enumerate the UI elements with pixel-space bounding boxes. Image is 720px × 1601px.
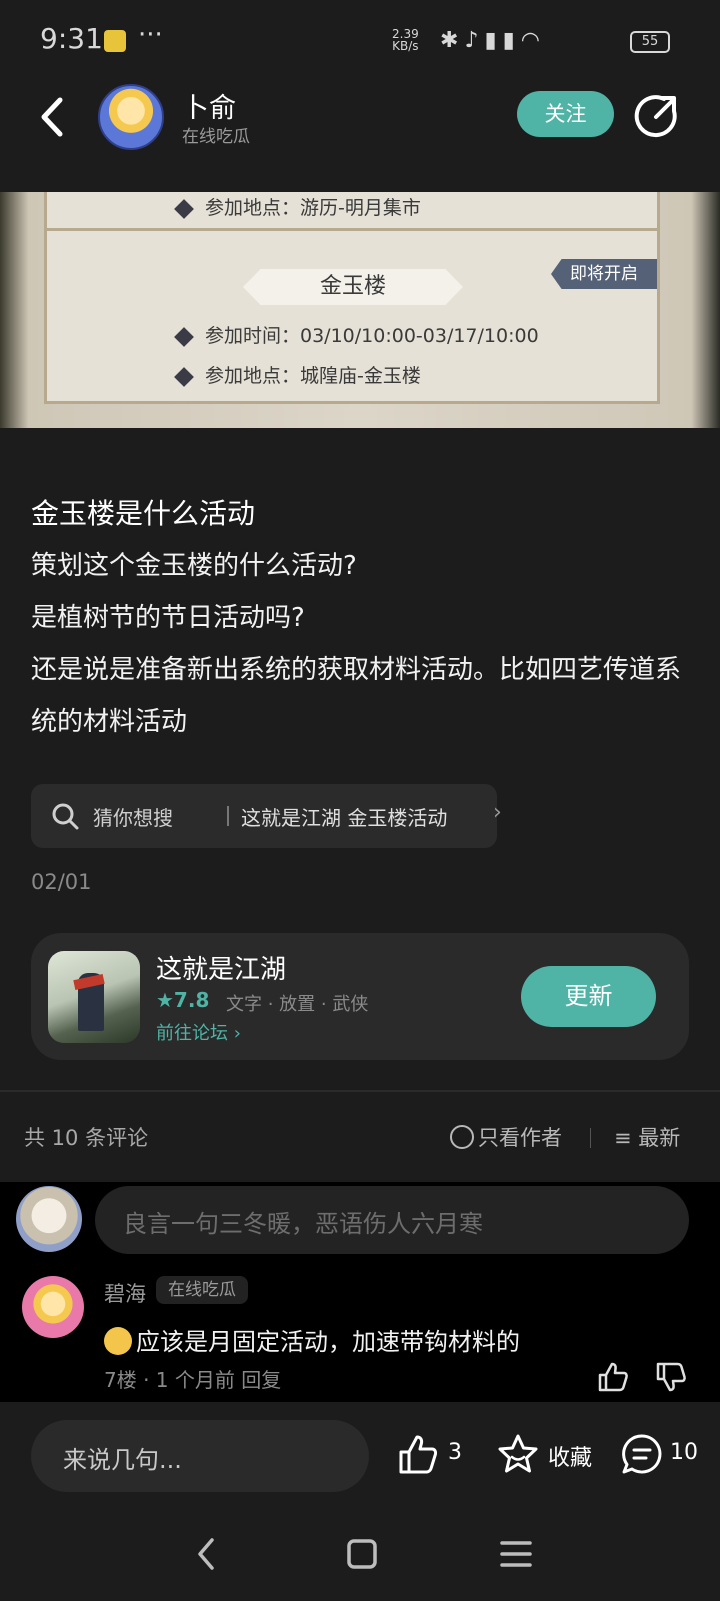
game-tags: 文字 · 放置 · 武侠 xyxy=(226,994,369,1015)
reply-input-placeholder: 来说几句... xyxy=(63,1446,182,1474)
network-speed: 2.39 KB/s xyxy=(392,28,419,52)
follow-button[interactable]: 关注 xyxy=(517,91,614,137)
divider xyxy=(0,1090,720,1092)
image-row-place-top: 参加地点：游历-明月集市 xyxy=(174,193,421,220)
game-name: 这就是江湖 xyxy=(156,955,287,985)
image-row-time: 参加时间：03/10/10:00-03/17/10:00 xyxy=(174,321,539,348)
signal-icon: ▮▮ xyxy=(484,28,521,53)
commenter-badge: 在线吃瓜 xyxy=(156,1276,248,1304)
commenter-name[interactable]: 碧海 xyxy=(104,1278,146,1308)
favorite-star-icon[interactable] xyxy=(496,1432,540,1476)
status-bar: 9:31 ··· 2.39 KB/s ✱♪▮▮◠ 55 xyxy=(0,0,720,80)
like-icon[interactable] xyxy=(396,1432,440,1476)
crying-emoji-icon xyxy=(104,1327,132,1355)
post-image[interactable]: 参加地点：游历-明月集市 金玉楼 即将开启 参加时间：03/10/10:00-0… xyxy=(0,192,720,428)
my-avatar xyxy=(16,1186,82,1252)
author-subtitle: 在线吃瓜 xyxy=(182,127,250,147)
author-avatar[interactable] xyxy=(98,84,164,150)
forum-link[interactable]: 前往论坛 › xyxy=(156,1019,241,1045)
game-icon xyxy=(48,951,140,1043)
wifi-icon: ◠ xyxy=(520,28,546,53)
favorite-label[interactable]: 收藏 xyxy=(548,1440,592,1472)
thumbs-down-icon[interactable] xyxy=(654,1360,688,1394)
search-suggestion[interactable]: 猜你想搜 这就是江湖 金玉楼活动 › xyxy=(31,784,502,848)
image-ribbon: 即将开启 xyxy=(551,259,657,289)
status-icons: ✱♪▮▮◠ xyxy=(440,28,546,53)
comment-count-bottom: 10 xyxy=(670,1440,698,1465)
post-line: 还是说是准备新出系统的获取材料活动。比如四艺传道系统的材料活动 xyxy=(31,655,682,737)
image-card-title: 金玉楼 xyxy=(243,269,463,305)
app-notification-icon xyxy=(104,30,126,52)
post-date: 02/01 xyxy=(31,870,92,894)
sort-icon: ≡ xyxy=(614,1126,632,1150)
post-line: 是植树节的节日活动吗? xyxy=(31,603,305,633)
sort-newest[interactable]: ≡ 最新 xyxy=(614,1122,680,1152)
post-line: 策划这个金玉楼的什么活动? xyxy=(31,551,357,581)
game-score: ★7.8 xyxy=(156,988,210,1012)
radio-icon xyxy=(450,1125,474,1149)
speed-unit: KB/s xyxy=(392,39,419,53)
reply-input[interactable]: 来说几句... xyxy=(31,1420,369,1492)
share-icon[interactable] xyxy=(634,93,680,139)
thumbs-up-icon[interactable] xyxy=(596,1360,630,1394)
post-title: 金玉楼是什么活动 xyxy=(31,497,256,530)
chevron-right-icon: › xyxy=(493,800,502,825)
more-notifications-icon: ··· xyxy=(138,20,163,50)
back-arrow-icon[interactable] xyxy=(34,92,74,142)
only-author-toggle[interactable]: 只看作者 xyxy=(450,1122,562,1152)
comment-count: 共 10 条评论 xyxy=(24,1126,149,1150)
suggestion-label: 猜你想搜 xyxy=(93,806,173,830)
commenter-avatar[interactable] xyxy=(22,1276,84,1338)
game-card[interactable]: 这就是江湖 ★7.8 文字 · 放置 · 武侠 前往论坛 › 更新 xyxy=(31,933,689,1060)
mute-icon: ♪ xyxy=(464,28,485,53)
bluetooth-icon: ✱ xyxy=(440,28,465,53)
comment-text: 应该是月固定活动，加速带钩材料的 xyxy=(104,1322,520,1357)
nav-menu-icon[interactable] xyxy=(498,1538,534,1570)
comment-meta[interactable]: 7楼 · 1 个月前 回复 xyxy=(104,1364,281,1393)
search-icon xyxy=(52,803,79,830)
author-name[interactable]: 卜俞 xyxy=(182,86,236,125)
like-count: 3 xyxy=(448,1440,462,1465)
comment-input[interactable]: 良言一句三冬暖，恶语伤人六月寒 xyxy=(95,1186,689,1254)
comment-input-placeholder: 良言一句三冬暖，恶语伤人六月寒 xyxy=(123,1210,483,1238)
nav-home-icon[interactable] xyxy=(344,1536,380,1572)
image-card-jinyulou: 金玉楼 即将开启 参加时间：03/10/10:00-03/17/10:00 参加… xyxy=(44,228,660,404)
update-button[interactable]: 更新 xyxy=(521,966,656,1027)
status-time: 9:31 xyxy=(40,22,103,55)
comment-icon[interactable] xyxy=(620,1432,664,1476)
image-row-place: 参加地点：城隍庙-金玉楼 xyxy=(174,361,421,388)
nav-back-icon[interactable] xyxy=(190,1536,224,1572)
suggestion-query: 这就是江湖 金玉楼活动 xyxy=(241,806,448,830)
battery-icon: 55 xyxy=(630,31,670,53)
